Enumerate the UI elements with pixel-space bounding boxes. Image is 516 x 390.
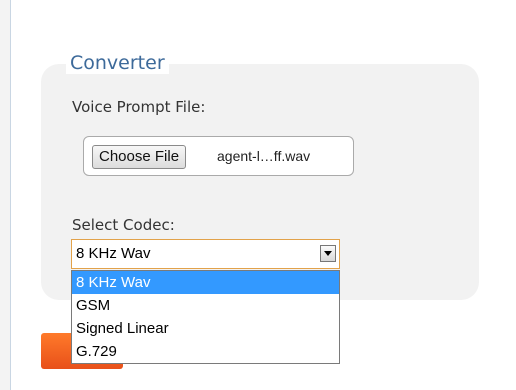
selected-file-name: agent-l…ff.wav (217, 148, 311, 164)
chevron-down-icon (324, 251, 332, 256)
converter-legend: Converter (66, 52, 169, 74)
codec-option[interactable]: G.729 (72, 340, 339, 363)
codec-option[interactable]: Signed Linear (72, 317, 339, 340)
codec-label: Select Codec: (72, 216, 175, 234)
codec-option[interactable]: 8 KHz Wav (72, 271, 339, 294)
file-input[interactable]: Choose File agent-l…ff.wav (83, 136, 354, 176)
voice-prompt-label: Voice Prompt File: (72, 98, 206, 116)
codec-select-value: 8 KHz Wav (76, 245, 151, 262)
codec-option[interactable]: GSM (72, 294, 339, 317)
codec-select[interactable]: 8 KHz Wav (71, 239, 340, 269)
choose-file-button[interactable]: Choose File (92, 145, 187, 169)
codec-dropdown-list: 8 KHz Wav GSM Signed Linear G.729 (71, 270, 340, 364)
dropdown-arrow-button[interactable] (320, 245, 336, 262)
